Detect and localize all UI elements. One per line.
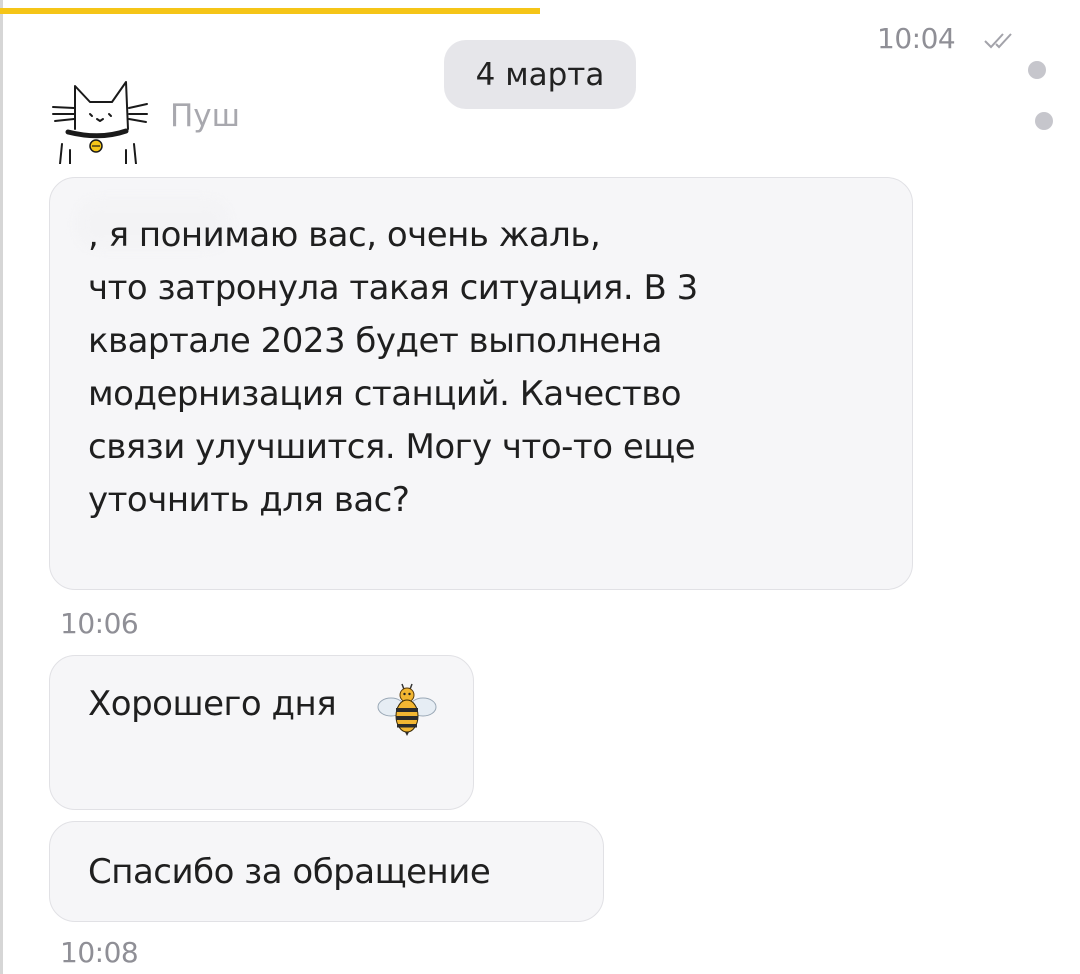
window-left-edge (0, 0, 3, 974)
message-text: Спасибо за обращение (88, 852, 491, 892)
sender-name: Пуш (170, 98, 241, 134)
more-options-dot[interactable] (1035, 112, 1053, 130)
message-text: , я понимаю вас, очень жаль, что затрону… (88, 215, 698, 520)
bee-icon (377, 683, 437, 736)
message-time: 10:08 (60, 936, 139, 969)
progress-accent-bar (0, 0, 540, 16)
cat-icon (52, 81, 148, 164)
sent-time: 10:04 (877, 22, 956, 55)
double-check-icon (984, 33, 1012, 49)
more-options-dot[interactable] (1028, 61, 1046, 79)
message-time: 10:06 (60, 607, 139, 640)
date-separator: 4 марта (444, 40, 636, 109)
message-text: Хорошего дня (88, 684, 337, 724)
